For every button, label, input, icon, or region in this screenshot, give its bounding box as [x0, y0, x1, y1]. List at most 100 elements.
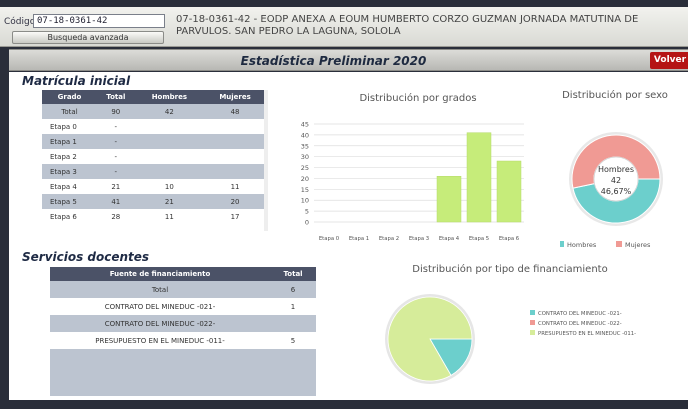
legend-label: PRESUPUESTO EN EL MINEDUC -011- [538, 331, 636, 337]
servicios-title: Servicios docentes [22, 250, 150, 264]
total-cell: 21 [97, 179, 135, 194]
codigo-input[interactable]: 07-18-0361-42 [33, 14, 165, 28]
hombres-cell: 42 [134, 104, 205, 119]
bottom-strip [0, 400, 688, 409]
hombres-cell: 21 [134, 194, 205, 209]
table-row[interactable]: Etapa 5 41 21 20 [42, 194, 266, 209]
title-bar: Estadística Preliminar 2020 Volver [9, 49, 688, 71]
y-tick-label: 10 [301, 197, 309, 205]
fuente-cell: CONTRATO DEL MINEDUC -021- [50, 298, 270, 315]
mujeres-cell [204, 149, 266, 164]
mujeres-cell: 17 [204, 209, 266, 224]
financing-pie-chart: CONTRATO DEL MINEDUC -021- CONTRATO DEL M… [385, 294, 636, 384]
grado-cell: Etapa 1 [42, 134, 97, 149]
mujeres-cell: 48 [204, 104, 266, 119]
total-cell [270, 315, 316, 332]
hombres-cell [134, 149, 205, 164]
donut-center-percent: 46,67% [601, 187, 632, 196]
y-tick-label: 30 [301, 153, 309, 161]
donut-center-value: 42 [611, 176, 621, 185]
grado-cell: Etapa 3 [42, 164, 97, 179]
legend-swatch [616, 241, 622, 247]
column-header[interactable]: Hombres [134, 90, 205, 104]
top-strip [0, 0, 688, 7]
total-cell: 6 [270, 281, 316, 298]
bar [466, 132, 492, 223]
matricula-table: Grado Total Hombres Mujeres Total 90 42 … [42, 90, 266, 231]
total-cell: - [97, 149, 135, 164]
header-bar: Código 07-18-0361-42 Busqueda avanzada 0… [0, 7, 688, 47]
school-name: 07-18-0361-42 - EODP ANEXA A EOUM HUMBER… [176, 14, 639, 37]
table-row[interactable]: PRESUPUESTO EN EL MINEDUC -011- 5 [50, 332, 316, 349]
table-row[interactable]: Etapa 3 - [42, 164, 266, 179]
grado-cell: Total [42, 104, 97, 119]
table-header-row: Grado Total Hombres Mujeres [42, 90, 266, 104]
table-row[interactable]: Etapa 1 - [42, 134, 266, 149]
advanced-search-button[interactable]: Busqueda avanzada [12, 31, 164, 44]
y-tick-label: 0 [305, 219, 309, 227]
legend-label: CONTRATO DEL MINEDUC -021- [538, 311, 622, 317]
bar-chart-title: Distribución por grados [359, 93, 477, 104]
fuente-cell: PRESUPUESTO EN EL MINEDUC -011- [50, 332, 270, 349]
total-cell: 1 [270, 298, 316, 315]
fuente-cell: Total [50, 281, 270, 298]
legend-label: Hombres [567, 241, 597, 249]
total-cell: 90 [97, 104, 135, 119]
grado-cell: Etapa 5 [42, 194, 97, 209]
legend-label: CONTRATO DEL MINEDUC -022- [538, 321, 622, 327]
table-row[interactable]: Etapa 0 - [42, 119, 266, 134]
y-tick-label: 15 [301, 186, 309, 194]
mujeres-cell [204, 119, 266, 134]
table-header-row: Fuente de financiamiento Total [50, 267, 316, 281]
hombres-cell [134, 134, 205, 149]
table-row[interactable]: Total 90 42 48 [42, 104, 266, 119]
x-tick-label: Etapa 4 [439, 236, 460, 242]
codigo-label: Código [4, 17, 36, 27]
y-tick-label: 25 [301, 164, 309, 172]
table-row[interactable]: Etapa 6 28 11 17 [42, 209, 266, 224]
fuente-cell: CONTRATO DEL MINEDUC -022- [50, 315, 270, 332]
column-header[interactable]: Total [97, 90, 135, 104]
legend-label: Mujeres [625, 241, 651, 249]
table-scrollbar[interactable] [264, 90, 268, 231]
y-tick-label: 5 [305, 208, 309, 216]
total-cell: 28 [97, 209, 135, 224]
total-cell: - [97, 164, 135, 179]
x-tick-label: Etapa 0 [319, 236, 340, 242]
table-row[interactable]: Etapa 4 21 10 11 [42, 179, 266, 194]
column-header[interactable]: Grado [42, 90, 97, 104]
column-header[interactable]: Fuente de financiamiento [50, 267, 270, 281]
mujeres-cell [204, 164, 266, 179]
table-row[interactable]: Etapa 2 - [42, 149, 266, 164]
hombres-cell: 10 [134, 179, 205, 194]
x-tick-label: Etapa 5 [469, 236, 489, 242]
x-tick-label: Etapa 2 [379, 236, 399, 242]
total-cell: 41 [97, 194, 135, 209]
mujeres-cell [204, 134, 266, 149]
sex-donut-chart: Hombres 42 46,67% Hombres Mujeres [560, 132, 663, 249]
grado-cell: Etapa 2 [42, 149, 97, 164]
back-button[interactable]: Volver [650, 52, 688, 69]
hombres-cell: 11 [134, 209, 205, 224]
y-tick-label: 45 [301, 121, 309, 129]
table-row[interactable]: Total 6 [50, 281, 316, 298]
mujeres-cell: 20 [204, 194, 266, 209]
legend-swatch [530, 310, 535, 315]
hombres-cell [134, 164, 205, 179]
column-header[interactable]: Mujeres [204, 90, 266, 104]
page-title: Estadística Preliminar 2020 [240, 54, 427, 68]
x-tick-label: Etapa 1 [349, 236, 369, 242]
total-cell: 5 [270, 332, 316, 349]
table-row[interactable]: CONTRATO DEL MINEDUC -022- [50, 315, 316, 332]
matricula-title: Matrícula inicial [22, 74, 131, 88]
mujeres-cell: 11 [204, 179, 266, 194]
bar [436, 176, 462, 223]
column-header[interactable]: Total [270, 267, 316, 281]
legend-swatch [530, 330, 535, 335]
x-tick-label: Etapa 3 [409, 236, 429, 242]
grado-cell: Etapa 0 [42, 119, 97, 134]
hombres-cell [134, 119, 205, 134]
table-row[interactable]: CONTRATO DEL MINEDUC -021- 1 [50, 298, 316, 315]
financing-chart-title: Distribución por tipo de financiamiento [412, 264, 608, 275]
legend-swatch [530, 320, 535, 325]
